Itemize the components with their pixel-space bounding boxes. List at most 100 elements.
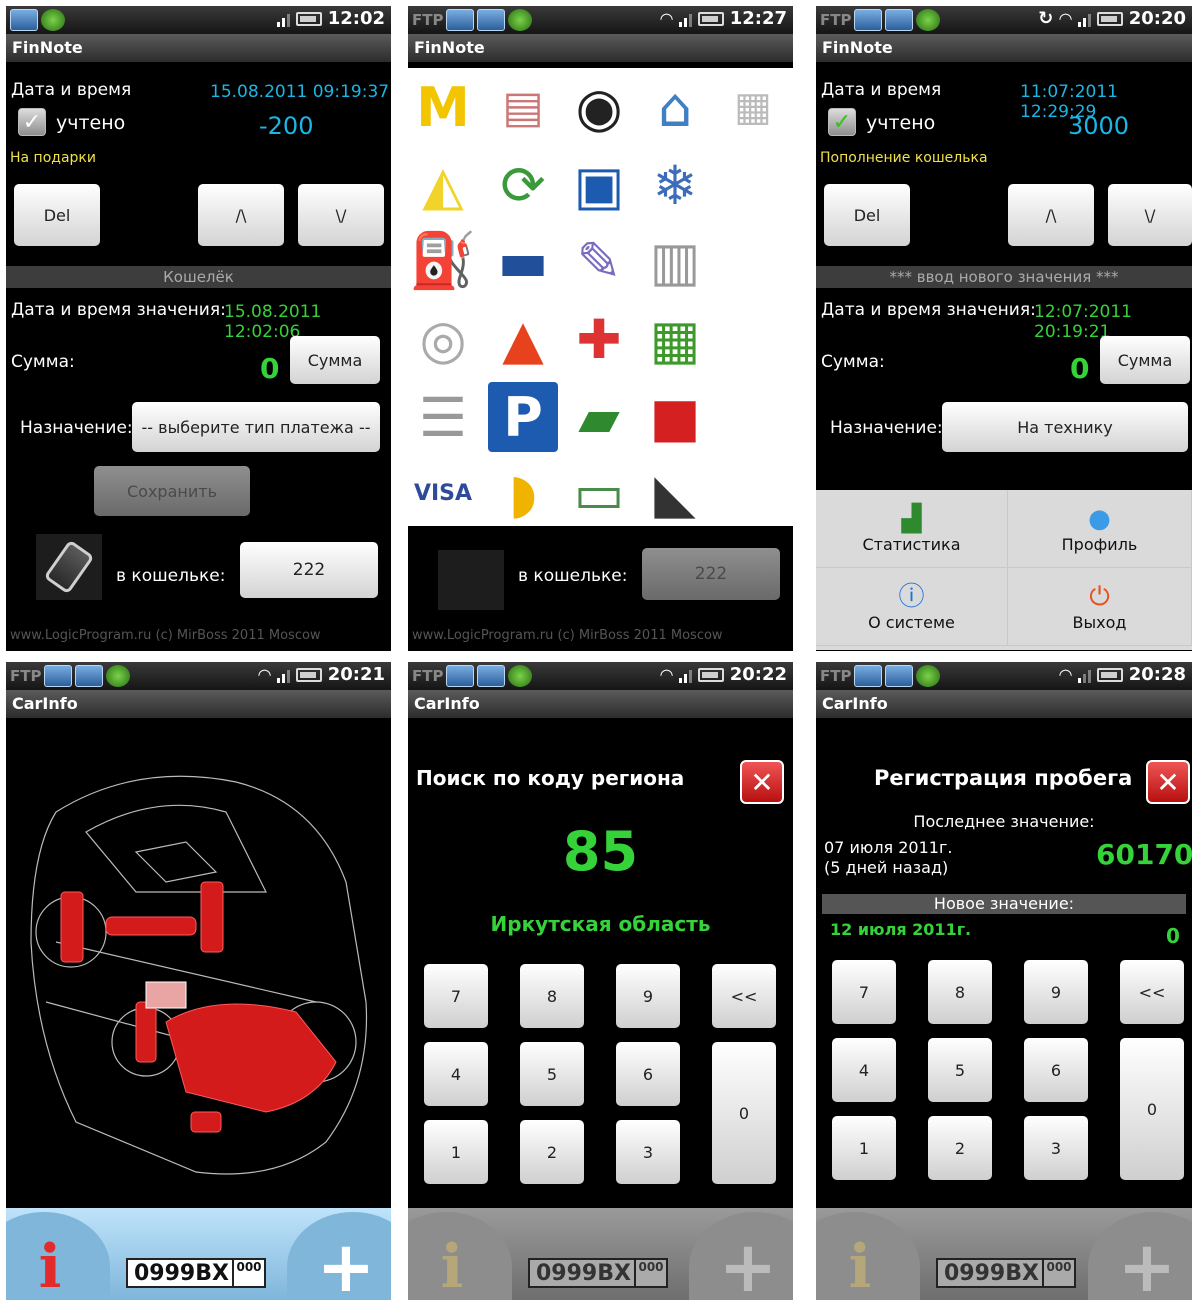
key-4[interactable]: 4 (424, 1042, 488, 1106)
new-date: 12 июля 2011г. (830, 920, 972, 939)
android-notif-icon (41, 9, 65, 31)
clock: 20:28 (1128, 664, 1186, 685)
banknote-icon[interactable]: ▭ (564, 458, 634, 528)
key-1[interactable]: 1 (832, 1116, 896, 1180)
license-plate[interactable]: 0999BX 000 (126, 1258, 266, 1288)
carwash-icon[interactable]: ▣ (564, 150, 634, 220)
info-button[interactable]: i (816, 1212, 920, 1300)
purpose-label: Назначение: (830, 418, 943, 438)
add-button[interactable]: + (1088, 1212, 1192, 1300)
fuel-nozzle-icon[interactable]: ⛽ (408, 226, 478, 296)
accounted-checkbox[interactable]: ✓ (18, 108, 46, 136)
battery-icon (697, 667, 724, 682)
tire-icon[interactable]: ◉ (564, 72, 634, 142)
key-0[interactable]: 0 (712, 1042, 776, 1184)
cheese-icon[interactable]: ◭ (408, 150, 478, 220)
move-up-button[interactable]: /\ (198, 184, 284, 246)
shoe-icon[interactable]: ◣ (640, 458, 710, 528)
license-plate[interactable]: 0999BX 000 (936, 1258, 1076, 1288)
key-0[interactable]: 0 (1120, 1038, 1184, 1180)
menu-profile[interactable]: ● Профиль (1008, 490, 1192, 568)
key-3[interactable]: 3 (1024, 1116, 1088, 1180)
key-7[interactable]: 7 (424, 964, 488, 1028)
clock: 20:20 (1128, 8, 1186, 29)
key-1[interactable]: 1 (424, 1120, 488, 1184)
key-8[interactable]: 8 (520, 964, 584, 1028)
basket-icon[interactable]: ▦ (640, 304, 710, 374)
document-icon[interactable]: ▦ (718, 72, 788, 142)
chart-app-icon (75, 665, 104, 687)
purpose-select[interactable]: На технику (942, 402, 1188, 452)
delete-button[interactable]: Del (14, 184, 100, 246)
move-up-button[interactable]: /\ (1008, 184, 1094, 246)
key-6[interactable]: 6 (616, 1042, 680, 1106)
key-9[interactable]: 9 (1024, 960, 1088, 1024)
coin-stack-icon[interactable]: ☰ (408, 382, 478, 452)
key-8[interactable]: 8 (928, 960, 992, 1024)
traffic-cone-icon[interactable]: ▲ (488, 304, 558, 374)
close-button[interactable]: ✕ (1146, 760, 1190, 804)
move-down-button[interactable]: \/ (298, 184, 384, 246)
status-bar: FTP ◠ 20:22 (408, 662, 793, 690)
ice-icon[interactable]: ❄ (640, 150, 710, 220)
wifi-icon: ◠ (1059, 9, 1072, 28)
sum-button[interactable]: Сумма (290, 336, 380, 384)
key-6[interactable]: 6 (1024, 1038, 1088, 1102)
footer-credits: www.LogicProgram.ru (c) MirBoss 2011 Mos… (412, 628, 723, 643)
ftp-icon: FTP (10, 667, 42, 685)
gift-icon[interactable]: ■ (640, 382, 710, 452)
key-3[interactable]: 3 (616, 1120, 680, 1184)
signal-icon (276, 667, 290, 683)
menu-about[interactable]: ⓘ О системе (816, 568, 1008, 646)
signal-icon (678, 667, 692, 683)
license-plate[interactable]: 0999BX 000 (528, 1258, 668, 1288)
key-7[interactable]: 7 (832, 960, 896, 1024)
android-notif-icon (508, 665, 533, 687)
key-9[interactable]: 9 (616, 964, 680, 1028)
accounted-checkbox[interactable]: ✓ (828, 108, 856, 136)
refresh-icon[interactable]: ⟳ (488, 150, 558, 220)
mcdonalds-icon[interactable]: M (408, 72, 478, 142)
app-notif-icon (854, 9, 883, 31)
bus-icon[interactable]: ▬ (488, 226, 558, 296)
taxi-icon[interactable]: ◗ (488, 458, 558, 528)
wallet-label: в кошельке: (116, 566, 226, 586)
wallet-value-field[interactable]: 222 (240, 542, 378, 598)
key-5[interactable]: 5 (520, 1042, 584, 1106)
key-2[interactable]: 2 (520, 1120, 584, 1184)
power-icon: ⏻ (1089, 582, 1110, 612)
sum-label: Сумма: (11, 352, 75, 372)
move-down-button[interactable]: \/ (1108, 184, 1192, 246)
paint-icon[interactable]: ✎ (564, 226, 634, 296)
printer-icon[interactable]: ▥ (640, 226, 710, 296)
key-backspace[interactable]: << (1120, 960, 1184, 1024)
parking-icon[interactable]: P (488, 382, 558, 452)
battery-icon (1096, 667, 1123, 682)
purpose-select[interactable]: -- выберите тип платежа -- (132, 402, 380, 452)
add-button[interactable]: + (689, 1212, 793, 1300)
house-icon[interactable]: ⌂ (640, 72, 710, 142)
accounted-label: учтено (866, 112, 936, 134)
sum-value: 0 (260, 352, 280, 385)
book-icon[interactable]: ▰ (564, 382, 634, 452)
receipt-icon[interactable]: ▤ (488, 72, 558, 142)
key-2[interactable]: 2 (928, 1116, 992, 1180)
key-4[interactable]: 4 (832, 1038, 896, 1102)
medkit-icon[interactable]: ✚ (564, 304, 634, 374)
add-button[interactable]: + (287, 1212, 391, 1300)
menu-statistics[interactable]: ▟ Статистика (816, 490, 1008, 568)
info-button[interactable]: i (6, 1212, 110, 1300)
region-name: Иркутская область (490, 912, 711, 936)
coins-icon[interactable]: ◎ (408, 304, 478, 374)
key-5[interactable]: 5 (928, 1038, 992, 1102)
key-backspace[interactable]: << (712, 964, 776, 1028)
wallet-value-field[interactable]: 222 (642, 548, 780, 600)
visa-card-icon[interactable]: VISA (408, 458, 478, 528)
close-button[interactable]: ✕ (740, 760, 784, 804)
sum-button[interactable]: Сумма (1100, 336, 1190, 384)
info-button[interactable]: i (408, 1212, 512, 1300)
menu-exit[interactable]: ⏻ Выход (1008, 568, 1192, 646)
save-button[interactable]: Сохранить (94, 466, 250, 516)
car-wireframe-illustration[interactable] (16, 742, 381, 1202)
delete-button[interactable]: Del (824, 184, 910, 246)
